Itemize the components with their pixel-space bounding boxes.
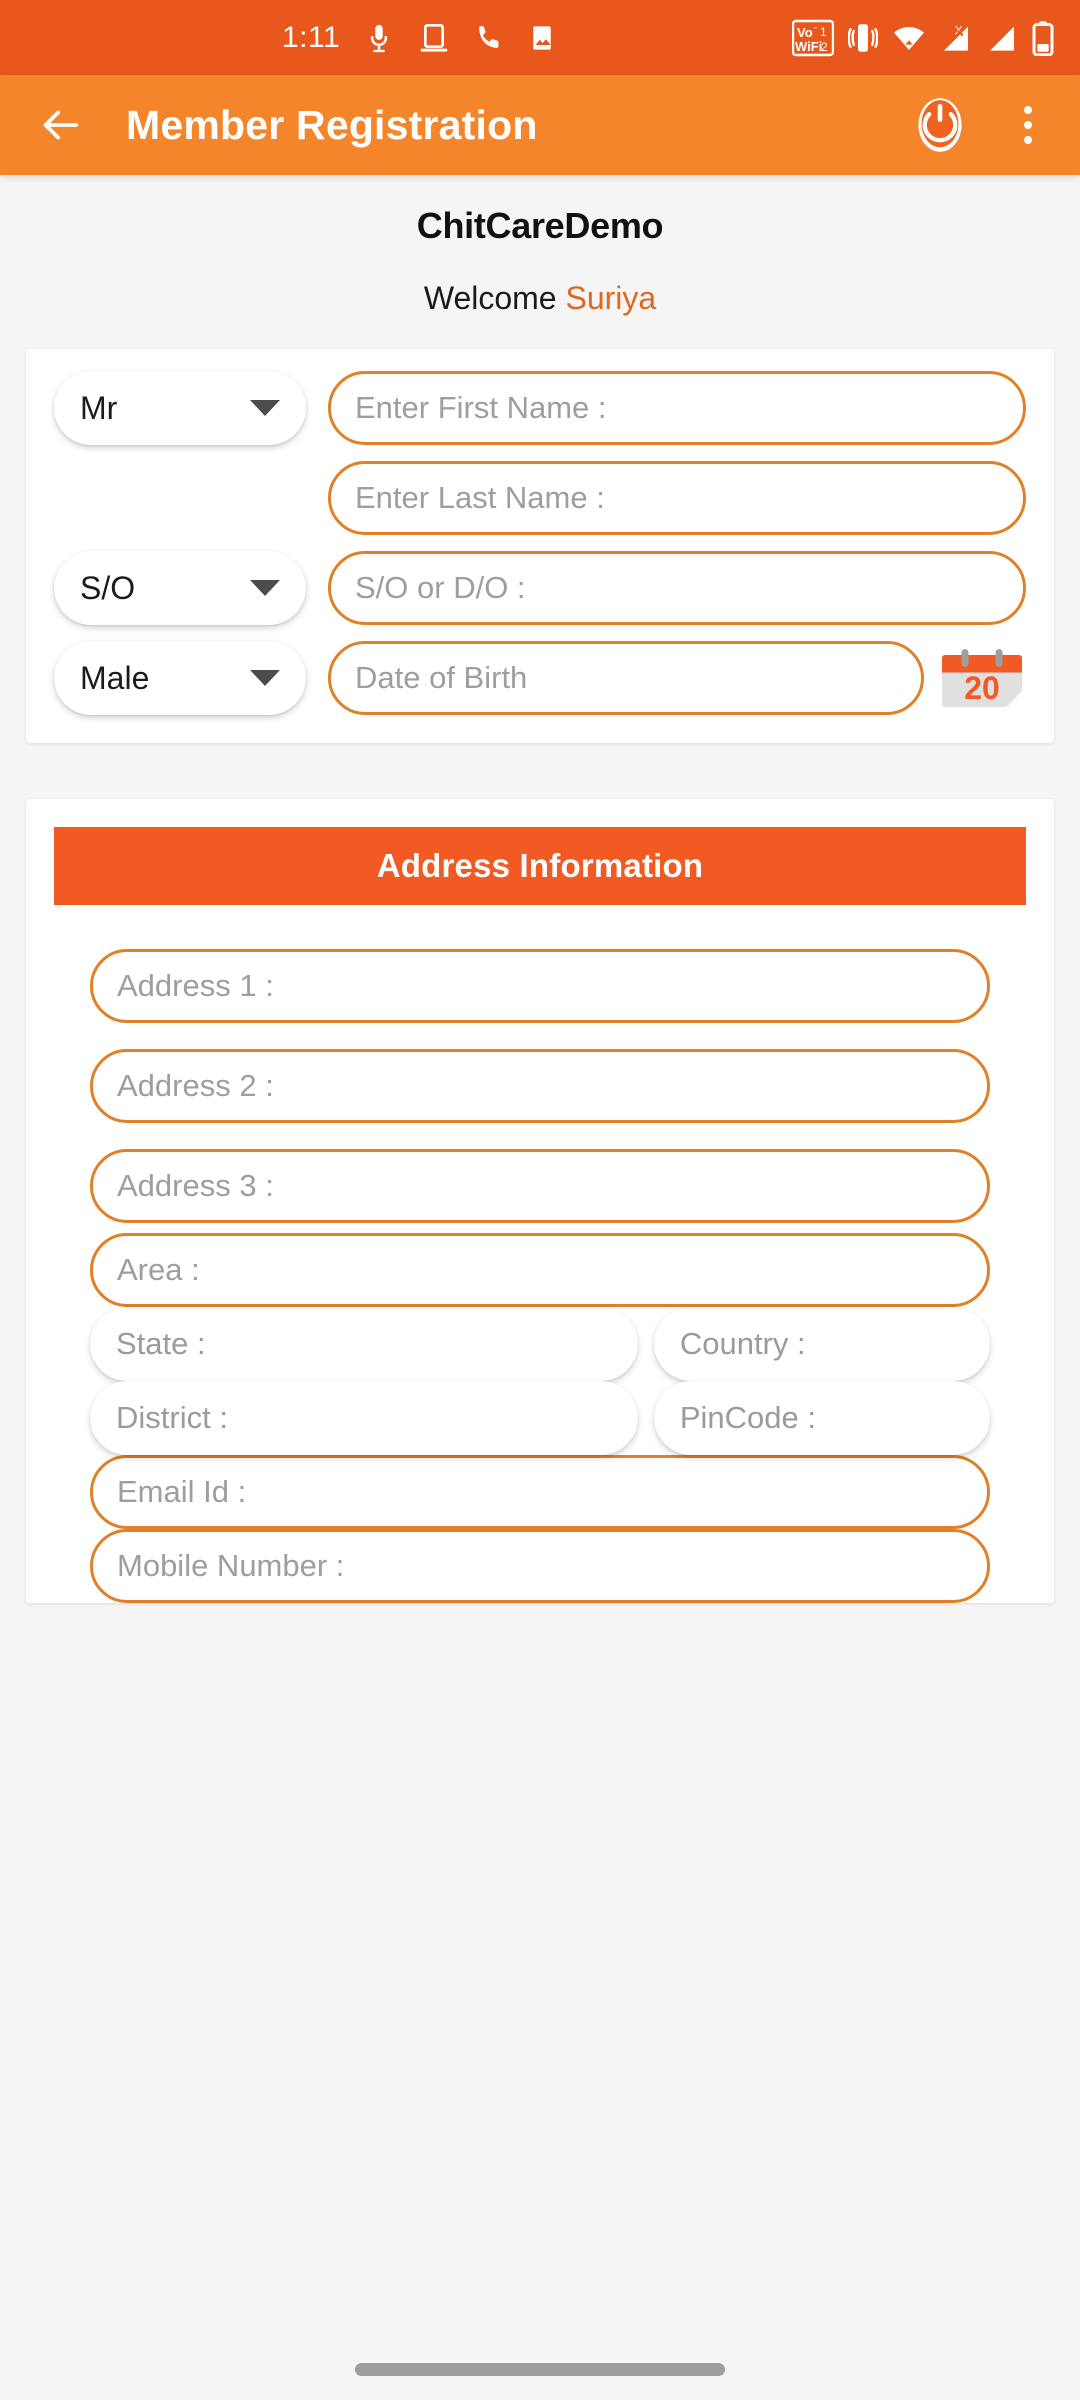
- screencast-icon: [420, 23, 448, 52]
- first-name-input[interactable]: Enter First Name :: [328, 371, 1026, 445]
- chevron-down-icon: [250, 670, 280, 686]
- overflow-menu-icon[interactable]: [1004, 97, 1052, 153]
- pincode-placeholder: PinCode :: [679, 1400, 816, 1435]
- calendar-day-number: 20: [964, 670, 1000, 706]
- first-name-placeholder: Enter First Name :: [355, 390, 607, 425]
- battery-icon: [1032, 20, 1054, 56]
- salutation-dropdown[interactable]: Mr: [54, 371, 306, 445]
- overflow-dot: [1024, 106, 1032, 114]
- relation-row: S/O S/O or D/O :: [54, 551, 1026, 625]
- date-of-birth-input[interactable]: Date of Birth: [328, 641, 924, 715]
- wifi-icon: [894, 26, 924, 50]
- chevron-down-icon: [250, 400, 280, 416]
- personal-details-card: Mr Enter First Name : Enter Last Name : …: [26, 349, 1054, 743]
- state-placeholder: State :: [116, 1326, 206, 1361]
- address-information-card: Address Information Address 1 : Address …: [26, 799, 1054, 1603]
- status-bar-right-group: Vo " 1 WiFi 2 X: [792, 18, 1054, 58]
- state-input[interactable]: State :: [90, 1307, 638, 1381]
- address1-placeholder: Address 1 :: [117, 968, 274, 1003]
- row-spacer: [54, 461, 306, 535]
- country-input[interactable]: Country :: [653, 1307, 990, 1381]
- page-title: Member Registration: [126, 101, 538, 148]
- address2-input[interactable]: Address 2 :: [90, 1049, 990, 1123]
- svg-text:1: 1: [820, 25, 827, 39]
- address-fields: Address 1 : Address 2 : Address 3 : Area: [26, 949, 1054, 1603]
- back-arrow-icon[interactable]: [38, 102, 84, 148]
- address3-placeholder: Address 3 :: [117, 1168, 274, 1203]
- relation-name-input[interactable]: S/O or D/O :: [328, 551, 1026, 625]
- welcome-user-name: Suriya: [565, 280, 657, 316]
- date-of-birth-placeholder: Date of Birth: [355, 660, 528, 695]
- svg-text:WiFi: WiFi: [795, 39, 822, 54]
- gender-dropdown[interactable]: Male: [54, 641, 306, 715]
- address-section-title: Address Information: [376, 847, 704, 884]
- email-input[interactable]: Email Id :: [90, 1455, 990, 1529]
- area-input[interactable]: Area :: [90, 1233, 990, 1307]
- svg-text:Vo: Vo: [797, 25, 813, 40]
- phone-call-icon: [479, 25, 499, 48]
- navigation-bar: [0, 2338, 1080, 2400]
- mobile-placeholder: Mobile Number :: [117, 1548, 345, 1583]
- address3-wrap: Address 3 :: [90, 1149, 990, 1223]
- salutation-name-row: Mr Enter First Name :: [54, 371, 1026, 445]
- relation-type-value: S/O: [80, 569, 136, 606]
- home-gesture-bar[interactable]: [355, 2362, 725, 2376]
- vowifi-icon: Vo " 1 WiFi 2: [792, 19, 834, 56]
- vibrate-icon: [848, 23, 878, 52]
- brand-title: ChitCareDemo: [416, 205, 664, 246]
- mobile-input[interactable]: Mobile Number :: [90, 1529, 990, 1603]
- country-placeholder: Country :: [679, 1326, 806, 1361]
- district-placeholder: District :: [116, 1400, 228, 1435]
- status-bar-clock: 1:11: [282, 20, 341, 54]
- address2-wrap: Address 2 :: [90, 1049, 990, 1123]
- district-pincode-row: District : PinCode :: [90, 1381, 990, 1455]
- chevron-down-icon: [250, 580, 280, 596]
- mobile-wrap: Mobile Number :: [90, 1529, 990, 1603]
- welcome-prefix: Welcome: [423, 280, 566, 316]
- last-name-placeholder: Enter Last Name :: [355, 480, 605, 515]
- email-wrap: Email Id :: [90, 1455, 990, 1529]
- power-logout-icon[interactable]: [914, 97, 966, 153]
- salutation-value: Mr: [80, 389, 118, 426]
- email-placeholder: Email Id :: [117, 1474, 247, 1509]
- district-input[interactable]: District :: [90, 1381, 638, 1455]
- overflow-dot: [1024, 121, 1032, 129]
- gender-dob-row: Male Date of Birth 20: [54, 641, 1026, 715]
- status-bar-left-group: 1:11: [282, 21, 556, 55]
- relation-name-placeholder: S/O or D/O :: [355, 570, 526, 605]
- address1-input[interactable]: Address 1 :: [90, 949, 990, 1023]
- pincode-input[interactable]: PinCode :: [653, 1381, 990, 1455]
- image-icon: [533, 25, 551, 50]
- phone-screen: 1:11 Vo " 1 WiFi 2 Member Registration C…: [0, 0, 1080, 2400]
- welcome-message: Welcome Suriya: [0, 280, 1080, 317]
- dob-group: Date of Birth 20: [328, 641, 1026, 715]
- svg-text:2: 2: [821, 40, 828, 54]
- relation-type-dropdown[interactable]: S/O: [54, 551, 306, 625]
- microphone-icon: [371, 24, 388, 52]
- registration-scroll-area[interactable]: ChitCareDemo Welcome Suriya Mr Enter Fir…: [0, 175, 1080, 2400]
- overflow-dot: [1024, 136, 1032, 144]
- svg-text:": ": [814, 26, 817, 35]
- address1-wrap: Address 1 :: [90, 949, 990, 1023]
- address-section-header: Address Information: [54, 827, 1026, 905]
- area-wrap: Area :: [90, 1233, 990, 1307]
- gender-value: Male: [80, 659, 150, 696]
- signal-no-sim-icon: X: [944, 23, 968, 51]
- status-bar: 1:11 Vo " 1 WiFi 2: [0, 0, 1080, 75]
- state-country-row: State : Country :: [90, 1307, 990, 1381]
- address3-input[interactable]: Address 3 :: [90, 1149, 990, 1223]
- signal-bars-icon: [990, 26, 1014, 51]
- calendar-icon[interactable]: 20: [938, 647, 1026, 710]
- last-name-input[interactable]: Enter Last Name :: [328, 461, 1026, 535]
- address2-placeholder: Address 2 :: [117, 1068, 274, 1103]
- last-name-row: Enter Last Name :: [54, 461, 1026, 535]
- area-placeholder: Area :: [117, 1252, 200, 1287]
- app-bar: Member Registration: [0, 75, 1080, 175]
